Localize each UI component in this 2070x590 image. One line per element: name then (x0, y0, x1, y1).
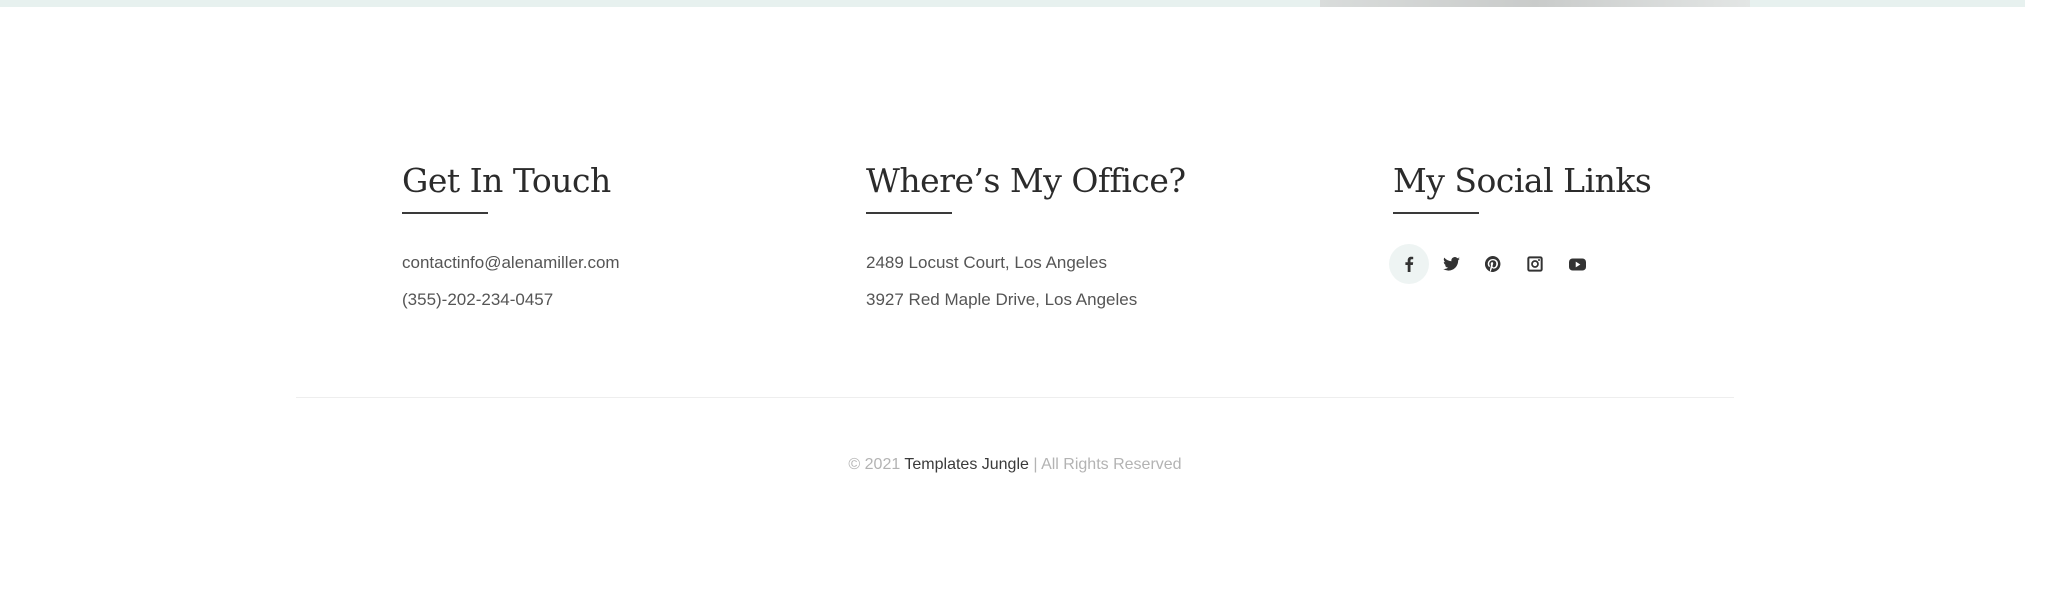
social-links (1389, 244, 1651, 284)
heading-underline (402, 212, 488, 214)
templates-jungle-link[interactable]: Templates Jungle (904, 456, 1029, 473)
office-address-2: 3927 Red Maple Drive, Los Angeles (866, 290, 1138, 309)
twitter-icon[interactable] (1431, 244, 1471, 284)
copyright-text: © 2021 Templates Jungle | All Rights Res… (0, 456, 2030, 474)
office-address-1: 2489 Locust Court, Los Angeles (866, 253, 1107, 272)
youtube-icon[interactable] (1557, 244, 1597, 284)
contact-email-link[interactable]: contactinfo@alenamiller.com (402, 244, 620, 281)
pinterest-icon[interactable] (1473, 244, 1513, 284)
copyright-prefix: © 2021 (848, 456, 905, 473)
heading-underline (1393, 212, 1479, 214)
copyright-suffix: | All Rights Reserved (1028, 456, 1182, 473)
office-heading: Where’s My Office? (866, 161, 1186, 200)
social-heading: My Social Links (1393, 161, 1652, 200)
contact-phone[interactable]: (355)-202-234-0457 (402, 281, 620, 318)
contact-heading: Get In Touch (402, 161, 611, 200)
contact-column: Get In Touch contactinfo@alenamiller.com… (402, 160, 620, 318)
facebook-icon[interactable] (1389, 244, 1429, 284)
heading-underline (866, 212, 952, 214)
instagram-icon[interactable] (1515, 244, 1555, 284)
site-footer: Get In Touch contactinfo@alenamiller.com… (0, 0, 2070, 590)
office-column: Where’s My Office? 2489 Locust Court, Lo… (866, 160, 1186, 318)
social-column: My Social Links (1389, 160, 1652, 284)
footer-divider (296, 397, 1734, 398)
